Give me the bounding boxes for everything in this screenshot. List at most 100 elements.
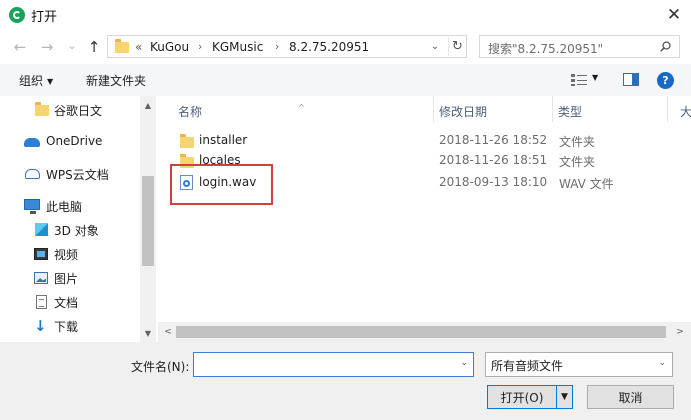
- breadcrumb-kgmusic[interactable]: KGMusic: [212, 40, 263, 54]
- horizontal-scrollbar[interactable]: < >: [158, 322, 691, 342]
- up-arrow-icon[interactable]: ↑: [84, 37, 104, 57]
- title-bar: 打开 ✕: [0, 0, 691, 30]
- help-icon[interactable]: ?: [657, 72, 674, 89]
- breadcrumb-version-folder[interactable]: 8.2.75.20951: [289, 40, 369, 54]
- search-icon[interactable]: [660, 41, 671, 52]
- new-folder-button[interactable]: 新建文件夹: [86, 72, 146, 89]
- filetype-selected-value: 所有音频文件: [491, 359, 564, 373]
- folder-icon: [115, 39, 129, 53]
- file-modified: 2018-11-26 18:52: [439, 133, 548, 147]
- forward-arrow-icon[interactable]: →: [37, 37, 57, 57]
- file-type: 文件夹: [559, 135, 596, 149]
- sidebar-scrollbar[interactable]: ▲ ▼: [140, 96, 156, 342]
- file-list: 名称 ^ 修改日期 类型 大 installer 2018-11-26 18:5…: [158, 96, 691, 322]
- recent-locations-chevron-icon[interactable]: ⌄: [62, 35, 82, 55]
- breadcrumb-overflow[interactable]: «: [135, 40, 142, 54]
- column-header-label: 类型: [558, 105, 583, 119]
- file-type: 文件夹: [559, 155, 596, 169]
- folder-icon: [35, 102, 49, 116]
- open-split-button: 打开(O) ▼: [487, 385, 573, 409]
- filename-dropdown-chevron-icon[interactable]: ⌄: [460, 358, 468, 368]
- sort-ascending-icon: ^: [298, 103, 305, 112]
- dialog-footer: 文件名(N): ⌄ 所有音频文件 ⌄ 打开(O) ▼ 取消: [0, 342, 691, 420]
- sidebar-item-onedrive[interactable]: OneDrive: [0, 130, 140, 152]
- column-header-name[interactable]: 名称 ^: [158, 96, 434, 122]
- sidebar-item-google-japanese[interactable]: 谷歌日文: [0, 98, 140, 120]
- breadcrumb-separator-icon[interactable]: ›: [198, 40, 202, 53]
- kugou-app-icon: [9, 7, 25, 23]
- sidebar-item-documents[interactable]: 文档: [0, 290, 140, 312]
- column-header-size[interactable]: 大: [668, 96, 691, 122]
- breadcrumb-kugou[interactable]: KuGou: [150, 40, 189, 54]
- sidebar-item-3d-objects[interactable]: 3D 对象: [0, 218, 140, 240]
- search-input[interactable]: 搜索"8.2.75.20951": [479, 35, 680, 58]
- download-arrow-icon: ↓: [34, 317, 47, 335]
- command-toolbar: 组织 ▼ 新建文件夹 ▼ ?: [0, 64, 691, 96]
- sidebar-item-label: 谷歌日文: [54, 104, 103, 118]
- pictures-icon: [34, 272, 48, 284]
- cancel-button[interactable]: 取消: [587, 385, 674, 409]
- filetype-select[interactable]: 所有音频文件 ⌄: [485, 352, 673, 377]
- file-name: locales: [199, 153, 241, 167]
- organize-menu-button[interactable]: 组织 ▼: [19, 72, 53, 89]
- filetype-dropdown-chevron-icon: ⌄: [658, 358, 666, 368]
- document-icon: [36, 295, 47, 309]
- file-name: login.wav: [199, 175, 257, 189]
- sidebar-scroll-thumb[interactable]: [142, 176, 154, 266]
- address-dropdown-chevron-icon[interactable]: ⌄: [428, 38, 442, 55]
- open-button[interactable]: 打开(O): [488, 386, 556, 408]
- folder-icon: [180, 154, 194, 168]
- horizontal-scroll-thumb[interactable]: [176, 326, 666, 338]
- sidebar-item-label: 文档: [54, 296, 79, 310]
- back-arrow-icon[interactable]: ←: [10, 37, 30, 57]
- file-row-installer[interactable]: installer 2018-11-26 18:52 文件夹: [158, 130, 691, 151]
- sidebar-item-this-pc[interactable]: 此电脑: [0, 194, 140, 216]
- computer-icon: [24, 199, 40, 214]
- view-caret-down-icon[interactable]: ▼: [592, 73, 598, 82]
- preview-pane-icon[interactable]: [623, 73, 639, 86]
- column-header-modified[interactable]: 修改日期: [434, 96, 552, 122]
- sidebar-item-downloads[interactable]: ↓ 下载: [0, 314, 140, 336]
- file-row-locales[interactable]: locales 2018-11-26 18:51 文件夹: [158, 150, 691, 171]
- column-header-type[interactable]: 类型: [553, 96, 668, 122]
- filename-label: 文件名(N):: [131, 360, 190, 374]
- sidebar-item-videos[interactable]: 视频: [0, 242, 140, 264]
- wav-file-icon: [180, 175, 193, 190]
- onedrive-icon: [24, 138, 40, 147]
- window-title: 打开: [31, 10, 58, 25]
- file-type: WAV 文件: [559, 177, 614, 191]
- search-placeholder: 搜索"8.2.75.20951": [488, 42, 604, 56]
- scroll-up-arrow-icon[interactable]: ▲: [140, 98, 156, 112]
- sidebar-item-wps-cloud[interactable]: WPS云文档: [0, 162, 140, 184]
- scroll-left-arrow-icon[interactable]: <: [161, 325, 175, 339]
- sidebar-item-label: WPS云文档: [46, 168, 109, 182]
- column-header-label: 大: [680, 105, 691, 119]
- video-icon: [34, 248, 48, 260]
- navigation-pane: 谷歌日文 OneDrive WPS云文档 此电脑 3D 对象 视频 图片 文档 …: [0, 96, 156, 342]
- column-header-label: 名称: [178, 105, 203, 119]
- file-name: installer: [199, 133, 248, 147]
- sidebar-item-pictures[interactable]: 图片: [0, 266, 140, 288]
- sidebar-item-label: 视频: [54, 248, 79, 262]
- cloud-icon: [25, 169, 40, 179]
- sidebar-item-label: OneDrive: [46, 134, 103, 148]
- breadcrumb-separator-icon[interactable]: ›: [275, 40, 279, 53]
- file-modified: 2018-09-13 18:10: [439, 175, 548, 189]
- caret-down-icon: ▼: [47, 77, 54, 86]
- filename-combobox[interactable]: ⌄: [193, 352, 474, 377]
- file-row-login-wav[interactable]: login.wav 2018-09-13 18:10 WAV 文件: [158, 172, 691, 193]
- organize-label: 组织: [19, 74, 44, 88]
- sidebar-item-label: 图片: [54, 272, 79, 286]
- scroll-right-arrow-icon[interactable]: >: [673, 325, 687, 339]
- sidebar-item-label: 下载: [54, 320, 79, 334]
- view-options-icon[interactable]: [571, 73, 587, 86]
- folder-icon: [180, 134, 194, 148]
- sidebar-item-label: 3D 对象: [54, 224, 99, 238]
- filename-input[interactable]: [197, 356, 452, 373]
- scroll-down-arrow-icon[interactable]: ▼: [140, 326, 156, 340]
- file-modified: 2018-11-26 18:51: [439, 153, 548, 167]
- close-button[interactable]: ✕: [657, 0, 691, 30]
- address-bar[interactable]: « KuGou › KGMusic › 8.2.75.20951 ⌄ ↻: [107, 35, 467, 58]
- open-options-arrow-icon[interactable]: ▼: [556, 386, 572, 408]
- refresh-icon[interactable]: ↻: [448, 37, 466, 56]
